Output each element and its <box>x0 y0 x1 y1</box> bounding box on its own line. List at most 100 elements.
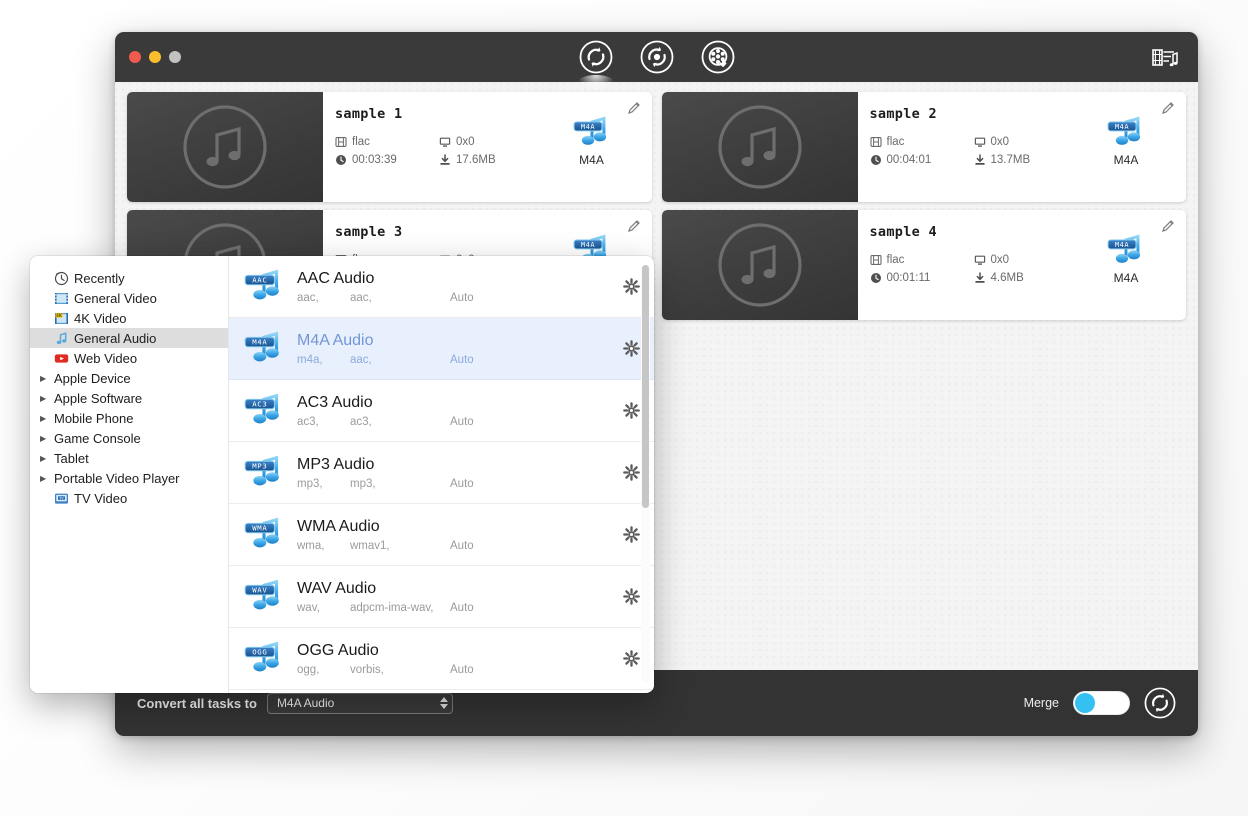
format-row[interactable]: MP3 MP3 Audio mp3, mp3, Auto <box>229 442 654 504</box>
edit-pencil-icon <box>627 102 640 114</box>
format-settings-gear-icon[interactable] <box>623 464 640 481</box>
clock-icon <box>54 271 69 286</box>
task-duration: 00:03:39 <box>335 154 439 166</box>
sidebar-item-label: Game Console <box>54 430 141 446</box>
format-settings-gear-icon[interactable] <box>623 526 640 543</box>
format-name: WAV Audio <box>297 580 377 597</box>
svg-text:WMA: WMA <box>252 523 267 532</box>
format-row[interactable]: AAC AAC Audio aac, aac, Auto <box>229 256 654 318</box>
format-quality: Auto <box>450 416 474 428</box>
task-resolution-value: 0x0 <box>456 136 475 148</box>
duration-clock-icon <box>870 155 881 165</box>
format-name: AC3 Audio <box>297 394 373 411</box>
sidebar-item-apple-software[interactable]: ▶ Apple Software <box>30 388 228 408</box>
edit-pencil-icon[interactable] <box>627 101 641 120</box>
edit-pencil-icon[interactable] <box>627 219 641 238</box>
format-settings-gear-icon[interactable] <box>623 402 640 419</box>
screen: sample 1 flac 0x0 00:03:39 17.6MB M4A M4… <box>0 0 1248 816</box>
edit-pencil-icon[interactable] <box>1161 101 1175 120</box>
edit-pencil-icon <box>1162 220 1174 232</box>
format-badge-icon: M4A <box>1107 116 1141 145</box>
format-settings-gear-icon[interactable] <box>623 650 640 667</box>
format-icon: AC3 <box>243 391 285 430</box>
format-list-scrollbar[interactable] <box>641 265 650 683</box>
format-settings-gear-icon[interactable] <box>623 278 640 295</box>
convert-tab[interactable] <box>579 40 613 74</box>
format-row[interactable]: AC3 AC3 Audio ac3, ac3, Auto <box>229 380 654 442</box>
sidebar-item-web-video[interactable]: Web Video <box>30 348 228 368</box>
sidebar-item-label: Tablet <box>54 450 89 466</box>
sidebar-item-portable-video-player[interactable]: ▶ Portable Video Player <box>30 468 228 488</box>
format-row[interactable]: WAV WAV Audio wav, adpcm-ima-wav, Auto <box>229 566 654 628</box>
convert-format-select[interactable]: M4A Audio <box>266 692 453 714</box>
task-card[interactable]: sample 2 flac 0x0 00:04:01 13.7MB M4A M4… <box>661 92 1186 202</box>
task-target-format[interactable]: M4A M4A <box>564 114 620 167</box>
chevron-right-icon: ▶ <box>40 453 47 463</box>
task-card[interactable]: sample 4 flac 0x0 00:01:11 4.6MB M4A M4A <box>661 210 1186 320</box>
minimize-button[interactable] <box>149 51 161 63</box>
sidebar-item-apple-device[interactable]: ▶ Apple Device <box>30 368 228 388</box>
merge-toggle[interactable] <box>1073 691 1130 715</box>
format-icon: M4A <box>243 329 285 368</box>
task-duration: 00:04:01 <box>870 154 974 166</box>
svg-text:MP3: MP3 <box>252 461 267 470</box>
convert-all-label: Convert all tasks to <box>137 695 257 711</box>
task-card[interactable]: sample 1 flac 0x0 00:03:39 17.6MB M4A M4… <box>127 92 652 202</box>
format-settings-gear-icon[interactable] <box>623 588 640 605</box>
convert-button[interactable] <box>1144 687 1176 719</box>
traffic-lights <box>129 51 181 63</box>
close-button[interactable] <box>129 51 141 63</box>
task-format: flac <box>869 136 974 148</box>
task-resolution: 0x0 <box>439 136 652 148</box>
format-row[interactable]: OGG OGG Audio ogg, vorbis, Auto <box>229 628 654 690</box>
svg-text:4K: 4K <box>56 312 62 318</box>
task-duration-value: 00:03:39 <box>352 154 397 166</box>
format-text: MP3 Audio mp3, mp3, Auto <box>297 455 611 490</box>
format-quality: Auto <box>450 354 474 366</box>
gear-icon <box>623 402 640 419</box>
format-row[interactable]: WMA WMA Audio wma, wmav1, Auto <box>229 504 654 566</box>
format-codec: vorbis, <box>350 664 384 676</box>
sidebar-item-tablet[interactable]: ▶ Tablet <box>30 448 228 468</box>
format-text: WMA Audio wma, wmav1, Auto <box>297 517 611 552</box>
film-strip-music-note-icon[interactable] <box>1152 46 1180 70</box>
sidebar-item-label: Web Video <box>74 350 138 366</box>
format-list: AAC AAC Audio aac, aac, Auto M4A M4A Aud… <box>229 256 654 693</box>
sidebar-item-general-video[interactable]: General Video <box>30 288 228 308</box>
sidebar-item-game-console[interactable]: ▶ Game Console <box>30 428 228 448</box>
format-quality: Auto <box>450 602 474 614</box>
format-icon: WAV <box>243 577 285 616</box>
task-target-format[interactable]: M4A M4A <box>1098 232 1154 285</box>
format-name: AAC Audio <box>297 270 375 287</box>
sidebar-item-tv-video[interactable]: TV TV Video <box>30 488 228 508</box>
sidebar-item-label: 4K Video <box>74 310 127 326</box>
sidebar-item-recently[interactable]: Recently <box>30 268 228 288</box>
format-badge-icon: WMA <box>244 517 279 548</box>
film-strip-4k-icon: 4K <box>54 311 69 326</box>
task-target-format[interactable]: M4A M4A <box>1098 114 1154 167</box>
format-row[interactable]: M4A M4A Audio m4a, aac, Auto <box>229 318 654 380</box>
task-duration: 00:01:11 <box>870 272 974 284</box>
audio-placeholder-icon <box>717 105 802 189</box>
task-duration-value: 00:01:11 <box>886 272 931 284</box>
format-badge-icon: AC3 <box>244 393 279 424</box>
format-picker-popover: Recently General Video 4K 4K Video General A… <box>30 256 654 693</box>
sidebar-item-mobile-phone[interactable]: ▶ Mobile Phone <box>30 408 228 428</box>
download-tab[interactable] <box>701 40 735 74</box>
format-sub: wav, adpcm-ima-wav, Auto <box>297 602 611 614</box>
sidebar-item-general-audio[interactable]: General Audio <box>30 328 228 348</box>
sidebar-item-label: General Video <box>74 290 157 306</box>
format-settings-gear-icon[interactable] <box>623 340 640 357</box>
resolution-icon <box>974 137 985 147</box>
task-target-format-label: M4A <box>1113 152 1139 167</box>
container-icon <box>869 137 882 147</box>
format-badge-icon: M4A <box>1107 234 1141 263</box>
scrollbar-thumb[interactable] <box>642 265 649 508</box>
zoom-button[interactable] <box>169 51 181 63</box>
format-sub: wma, wmav1, Auto <box>297 540 611 552</box>
edit-pencil-icon[interactable] <box>1161 219 1175 238</box>
toolbox-tab[interactable] <box>640 40 674 74</box>
sidebar-item-4k-video[interactable]: 4K 4K Video <box>30 308 228 328</box>
format-quality: Auto <box>450 292 474 304</box>
format-codec: aac, <box>350 354 372 366</box>
